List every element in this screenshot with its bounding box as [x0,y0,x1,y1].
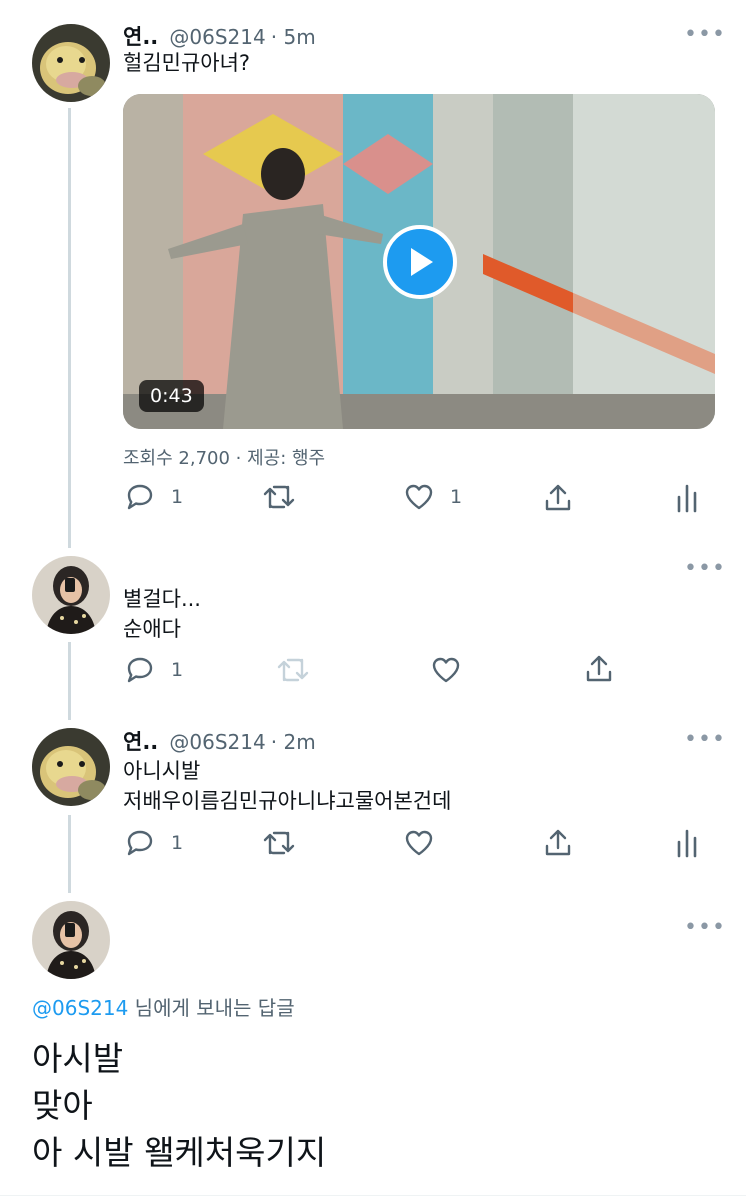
tweet-line: 저배우이름김민규아니냐고물어본건데 [123,789,452,813]
reply-line: 맞아 [32,1086,93,1125]
tweet-header: 연.. @06S214 · 5m [123,21,316,51]
reply-icon [127,830,153,856]
more-icon[interactable]: ••• [684,727,726,752]
share-button[interactable] [543,483,573,513]
reply-line: 아시발 [32,1039,124,1078]
timestamp[interactable]: 5m [284,25,316,49]
retweet-button[interactable] [262,483,296,511]
share-button[interactable] [543,828,573,858]
reply-button[interactable]: 1 [125,829,183,857]
reply-button[interactable]: 1 [125,483,183,511]
avatar-duckling[interactable] [32,24,110,102]
separator-dot: · [270,25,284,49]
analytics-icon [677,829,697,858]
reply-count: 1 [171,832,184,854]
reply-icon [127,484,153,510]
more-icon[interactable]: ••• [684,556,726,581]
author-handle[interactable]: @06S214 [169,25,265,49]
video-duration: 0:43 [139,380,204,412]
share-icon [586,655,612,682]
reply-to-handle[interactable]: @06S214 [32,996,128,1020]
reply-icon [127,657,153,683]
retweet-icon [263,831,295,855]
retweet-button-disabled [276,656,310,684]
avatar-user[interactable] [32,556,110,634]
author-name[interactable]: 연.. [123,730,158,754]
like-icon [405,484,433,510]
share-icon [545,484,571,511]
analytics-button[interactable] [676,828,698,858]
tweet-header: 연.. @06S214 · 2m [123,726,316,756]
author-handle[interactable]: @06S214 [169,730,265,754]
avatar-duckling[interactable] [32,728,110,806]
timestamp[interactable]: 2m [284,730,316,754]
thread-line [68,815,71,893]
tweet-line: 헐김민규아녀? [123,51,251,75]
reply-count: 1 [171,486,184,508]
tweet-text: 헐김민규아녀? [123,48,250,78]
reply-count: 1 [171,659,184,681]
analytics-icon [677,484,697,513]
avatar-user[interactable] [32,901,110,979]
tweet-text: 별걸다... 순애다 [123,584,201,644]
play-button[interactable] [383,225,457,299]
share-button[interactable] [584,654,614,684]
reply-text: 아시발 맞아 아 시발 왤케처욱기지 [32,1035,326,1176]
analytics-button[interactable] [676,483,698,513]
reply-to-suffix: 님에게 보내는 답글 [128,996,295,1020]
thread-line [68,108,71,548]
tweet-line: 순애다 [123,617,181,641]
like-count: 1 [450,486,463,508]
reply-button[interactable]: 1 [125,656,183,684]
like-button[interactable] [431,656,461,684]
tweet-text: 아니시발 저배우이름김민규아니냐고물어본건데 [123,756,451,816]
more-icon[interactable]: ••• [684,22,726,47]
tweet-line: 별걸다... [123,587,201,611]
like-icon [432,657,460,683]
thread-line [68,642,71,720]
retweet-icon [263,485,295,509]
tweet-line: 아니시발 [123,759,201,783]
reply-line: 아 시발 왤케처욱기지 [32,1133,327,1172]
more-icon[interactable]: ••• [684,915,726,940]
retweet-icon [277,658,309,682]
separator-dot: · [270,730,284,754]
like-icon [405,830,433,856]
view-count: 조회수 2,700 · 제공: 행주 [123,448,326,469]
like-button[interactable] [404,829,434,857]
author-name[interactable]: 연.. [123,25,158,49]
retweet-button[interactable] [262,829,296,857]
divider [0,1195,746,1196]
share-icon [545,829,571,856]
replying-to: @06S214 님에게 보내는 답글 [32,992,295,1021]
play-icon [411,248,433,276]
like-button[interactable]: 1 [404,483,462,511]
